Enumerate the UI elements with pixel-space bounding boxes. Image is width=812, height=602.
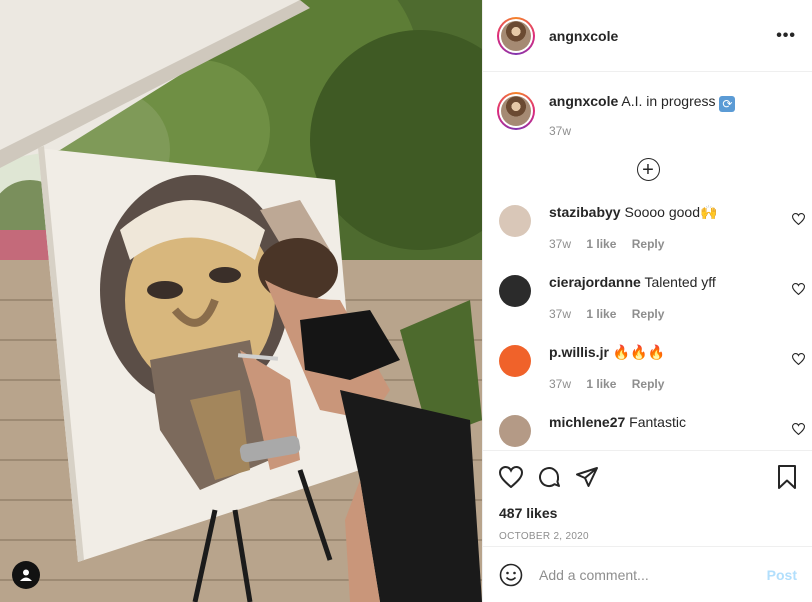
comment-likes[interactable]: 1 like <box>586 377 616 391</box>
caption-age[interactable]: 37w <box>549 122 735 140</box>
comment-text: Fantastic <box>629 414 686 430</box>
post-sidebar: angnxcole ••• angnxcole A.I. in progress… <box>482 0 812 602</box>
comment-item: michlene27 Fantastic <box>483 413 812 450</box>
tagged-users-button[interactable] <box>12 561 40 589</box>
comment-username[interactable]: p.willis.jr <box>549 344 609 360</box>
comment-item: p.willis.jr 🔥🔥🔥 37w 1 like Reply <box>483 343 812 413</box>
reply-button[interactable]: Reply <box>632 307 665 321</box>
caption-text: A.I. in progress <box>621 93 716 109</box>
photo-artwork <box>0 0 482 602</box>
add-comment-bar: Post <box>483 546 812 602</box>
comment-icon[interactable] <box>537 465 561 489</box>
paper-plane-icon[interactable] <box>575 465 599 489</box>
comment-heart-icon[interactable] <box>792 423 805 435</box>
comment-avatar[interactable] <box>499 415 531 447</box>
post-header: angnxcole ••• <box>483 0 812 72</box>
post-caption: angnxcole A.I. in progress ⟳ 37w <box>483 72 812 140</box>
comment-avatar[interactable] <box>499 275 531 307</box>
caption-emoji: ⟳ <box>719 96 736 112</box>
comment-avatar[interactable] <box>499 205 531 237</box>
heart-icon[interactable] <box>499 466 523 488</box>
smiley-icon[interactable] <box>499 563 523 587</box>
post-date[interactable]: OCTOBER 2, 2020 <box>499 531 797 542</box>
plus-circle-icon[interactable]: + <box>636 158 660 181</box>
comment-item: cierajordanne Talented yff 37w 1 like Re… <box>483 273 812 343</box>
user-icon <box>20 569 32 581</box>
comment-heart-icon[interactable] <box>792 213 805 225</box>
comment-text: 🔥🔥🔥 <box>612 344 666 360</box>
comment-username[interactable]: stazibabyy <box>549 204 621 220</box>
comment-avatar[interactable] <box>499 345 531 377</box>
likes-count[interactable]: 487 likes <box>499 505 797 521</box>
post-button[interactable]: Post <box>767 567 797 583</box>
comment-text: Talented yff <box>644 274 716 290</box>
comment-age[interactable]: 37w <box>549 237 571 251</box>
comment-input[interactable] <box>539 566 767 583</box>
comment-username[interactable]: michlene27 <box>549 414 625 430</box>
more-options-icon[interactable]: ••• <box>776 27 796 45</box>
caption-username[interactable]: angnxcole <box>549 93 618 109</box>
comment-likes[interactable]: 1 like <box>586 237 616 251</box>
author-avatar[interactable] <box>497 16 535 55</box>
comments-list[interactable]: angnxcole A.I. in progress ⟳ 37w + stazi… <box>483 72 812 450</box>
caption-avatar[interactable] <box>497 92 535 130</box>
comment-age[interactable]: 37w <box>549 377 571 391</box>
author-username[interactable]: angnxcole <box>549 28 776 44</box>
post-photo[interactable] <box>0 0 482 602</box>
comment-age[interactable]: 37w <box>549 307 571 321</box>
reply-button[interactable]: Reply <box>632 237 665 251</box>
comment-heart-icon[interactable] <box>792 353 805 365</box>
comment-username[interactable]: cierajordanne <box>549 274 641 290</box>
comment-item: stazibabyy Soooo good🙌 37w 1 like Reply <box>483 203 812 273</box>
comment-heart-icon[interactable] <box>792 283 805 295</box>
comment-text: Soooo good🙌 <box>624 204 718 220</box>
reply-button[interactable]: Reply <box>632 377 665 391</box>
post-actions: 487 likes OCTOBER 2, 2020 <box>483 450 812 546</box>
bookmark-icon[interactable] <box>777 465 797 489</box>
comment-likes[interactable]: 1 like <box>586 307 616 321</box>
